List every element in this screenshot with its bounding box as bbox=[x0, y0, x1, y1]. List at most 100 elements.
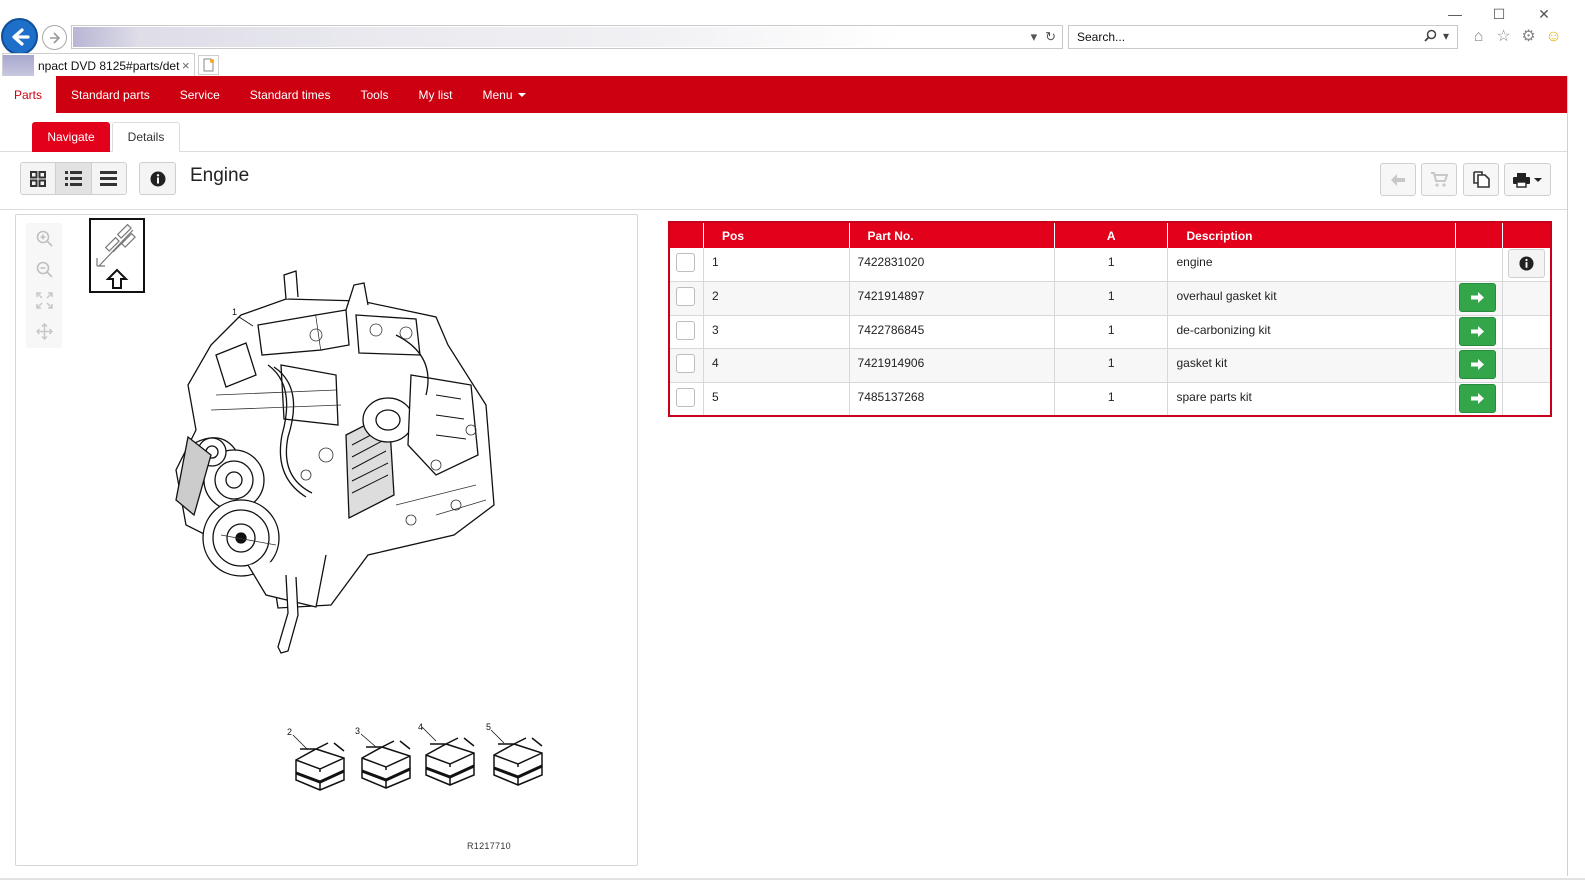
fit-button[interactable] bbox=[26, 285, 62, 316]
part-info-button[interactable] bbox=[1508, 249, 1546, 278]
tab-details[interactable]: Details bbox=[112, 122, 180, 152]
row-checkbox[interactable] bbox=[676, 354, 695, 373]
address-icons: ▾ ↻ bbox=[1031, 29, 1056, 45]
toolbar: Engine bbox=[0, 152, 1568, 210]
cart-icon bbox=[1430, 172, 1448, 187]
print-button[interactable] bbox=[1504, 163, 1551, 196]
list-view-icon bbox=[64, 171, 82, 186]
browser-forward-button[interactable] bbox=[42, 25, 67, 50]
nav-item-my-list[interactable]: My list bbox=[403, 76, 467, 113]
table-row[interactable]: 4 7421914906 1 gasket kit bbox=[669, 348, 1552, 383]
row-checkbox[interactable] bbox=[676, 387, 695, 407]
browser-back-button[interactable] bbox=[1, 18, 38, 55]
nav-item-tools[interactable]: Tools bbox=[345, 76, 403, 113]
nav-item-standard-parts[interactable]: Standard parts bbox=[56, 76, 165, 113]
nav-item-menu[interactable]: Menu bbox=[467, 76, 540, 113]
nav-item-standard-times[interactable]: Standard times bbox=[235, 76, 346, 113]
row-select-cell bbox=[669, 382, 704, 416]
callout-5: 5 bbox=[486, 722, 491, 732]
search-dropdown-icon[interactable]: ▾ bbox=[1443, 29, 1449, 43]
browser-tab[interactable]: npact DVD 8125#parts/det... × bbox=[2, 53, 195, 77]
select-column-header bbox=[669, 222, 704, 248]
back-button[interactable] bbox=[1380, 163, 1416, 196]
table-row[interactable]: 1 7422831020 1 engine bbox=[669, 248, 1552, 282]
home-icon[interactable]: ⌂ bbox=[1470, 28, 1487, 45]
add-to-cart-button[interactable] bbox=[1421, 163, 1457, 196]
open-kit-button[interactable] bbox=[1458, 283, 1496, 312]
parent-assembly-thumbnail[interactable] bbox=[89, 218, 145, 293]
window-close-button[interactable]: ✕ bbox=[1532, 4, 1556, 24]
row-checkbox[interactable] bbox=[676, 287, 695, 306]
new-tab-button[interactable] bbox=[198, 55, 219, 75]
pos-column-header: Pos bbox=[703, 222, 850, 248]
dropdown-icon[interactable]: ▾ bbox=[1031, 29, 1038, 45]
arrow-right-icon bbox=[1470, 392, 1484, 404]
row-select-cell bbox=[669, 348, 704, 383]
table-row[interactable]: 5 7485137268 1 spare parts kit bbox=[669, 382, 1552, 416]
info-cell bbox=[1502, 248, 1552, 282]
open-kit-button[interactable] bbox=[1458, 350, 1496, 379]
table-row[interactable]: 2 7421914897 1 overhaul gasket kit bbox=[669, 281, 1552, 316]
grid-view-button[interactable] bbox=[21, 163, 57, 194]
action-cell bbox=[1455, 382, 1504, 416]
browser-search-box[interactable]: ▾ bbox=[1068, 25, 1458, 49]
zoom-in-button[interactable] bbox=[26, 223, 62, 254]
address-bar[interactable]: ▾ ↻ bbox=[71, 25, 1063, 49]
window-minimize-button[interactable]: — bbox=[1443, 4, 1467, 24]
detail-view-button[interactable] bbox=[91, 163, 126, 194]
print-caret-icon bbox=[1534, 177, 1542, 182]
gear-icon[interactable]: ⚙ bbox=[1520, 28, 1537, 45]
browser-tab-strip: npact DVD 8125#parts/det... × bbox=[0, 53, 1585, 77]
browser-toolbar-icons: ⌂ ☆ ⚙ ☺ bbox=[1470, 28, 1562, 45]
callout-3: 3 bbox=[355, 726, 360, 736]
nav-menu-label: Menu bbox=[482, 87, 513, 102]
copy-icon bbox=[1472, 171, 1490, 188]
copy-button[interactable] bbox=[1463, 163, 1499, 196]
part-no-cell: 7421914906 bbox=[849, 348, 1055, 383]
search-input[interactable] bbox=[1075, 27, 1395, 47]
row-checkbox[interactable] bbox=[676, 320, 695, 340]
window-maximize-button[interactable]: ☐ bbox=[1487, 4, 1511, 24]
action-cell bbox=[1455, 248, 1504, 282]
nav-item-service[interactable]: Service bbox=[165, 76, 235, 113]
table-row[interactable]: 3 7422786845 1 de-carbonizing kit bbox=[669, 315, 1552, 349]
tab-favicon-redacted bbox=[3, 54, 34, 77]
info-icon bbox=[150, 171, 165, 186]
zoom-in-icon bbox=[36, 230, 53, 247]
row-checkbox[interactable] bbox=[676, 253, 695, 272]
info-cell bbox=[1502, 348, 1552, 383]
callout-1: 1 bbox=[232, 307, 237, 317]
callout-2: 2 bbox=[287, 727, 292, 737]
nav-item-parts[interactable]: Parts bbox=[0, 76, 57, 113]
info-button[interactable] bbox=[139, 162, 176, 195]
action-cell bbox=[1455, 348, 1504, 383]
star-icon[interactable]: ☆ bbox=[1495, 28, 1512, 45]
tab-navigate[interactable]: Navigate bbox=[32, 122, 110, 152]
part-no-cell: 7421914897 bbox=[849, 281, 1055, 316]
open-kit-button[interactable] bbox=[1458, 383, 1496, 413]
search-icon[interactable] bbox=[1424, 29, 1437, 42]
refresh-icon[interactable]: ↻ bbox=[1045, 29, 1056, 45]
info-icon bbox=[1519, 256, 1534, 271]
arrow-right-icon bbox=[1470, 325, 1484, 337]
zoom-out-button[interactable] bbox=[26, 254, 62, 285]
pan-button[interactable] bbox=[26, 316, 62, 347]
pan-icon bbox=[35, 323, 53, 340]
action-column-header bbox=[1455, 222, 1504, 248]
open-kit-button[interactable] bbox=[1458, 316, 1496, 346]
pos-cell: 4 bbox=[703, 348, 850, 383]
page-title: Engine bbox=[190, 165, 250, 186]
qty-cell: 1 bbox=[1054, 315, 1169, 349]
parts-table: Pos Part No. A Description 1 7422831020 … bbox=[668, 221, 1552, 417]
bottom-edge bbox=[0, 878, 1585, 880]
description-cell: de-carbonizing kit bbox=[1167, 315, 1456, 349]
fit-icon bbox=[35, 292, 53, 309]
new-tab-icon bbox=[203, 58, 214, 72]
smiley-icon[interactable]: ☺ bbox=[1545, 28, 1562, 45]
arrow-right-icon bbox=[1470, 359, 1484, 370]
part-no-cell: 7422786845 bbox=[849, 315, 1055, 349]
address-url-redacted bbox=[73, 27, 899, 47]
list-view-button[interactable] bbox=[56, 163, 92, 194]
part-no-cell: 7422831020 bbox=[849, 248, 1055, 282]
tab-close-icon[interactable]: × bbox=[182, 58, 190, 73]
